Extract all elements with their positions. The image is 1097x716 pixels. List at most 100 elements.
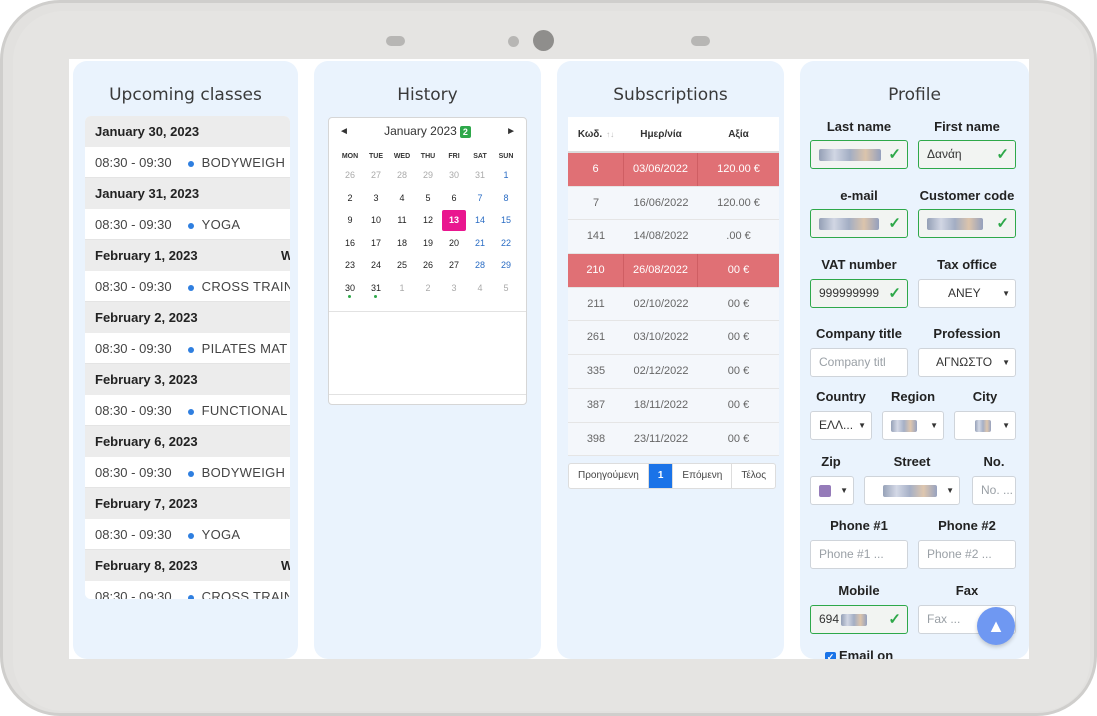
scroll-top-button[interactable]: ▲ (977, 607, 1015, 645)
class-row[interactable]: 08:30 - 09:30 YOGA (85, 519, 290, 550)
calendar-day[interactable]: 31 (363, 277, 389, 300)
header-id[interactable]: Κωδ. ↑↓ (568, 117, 624, 151)
classes-list[interactable]: January 30, 2023 08:30 - 09:30 BODYWEIGH Ja… (85, 116, 290, 599)
header-date[interactable]: Ημερ/νία (624, 117, 698, 151)
class-row[interactable]: 08:30 - 09:30 CROSS TRAIN (85, 581, 290, 599)
calendar-day[interactable]: 30 (441, 164, 467, 187)
vat-field[interactable]: 999999999 ✓ (810, 279, 908, 308)
email-on-option[interactable]: ✓ Email on (825, 648, 893, 659)
tax-office-select[interactable]: ΑΝΕΥ ▼ (918, 279, 1016, 308)
country-select[interactable]: ΕΛΛ... ▼ (810, 411, 872, 440)
calendar-day[interactable]: 4 (467, 277, 493, 300)
calendar-day[interactable]: 22 (493, 232, 519, 255)
calendar-day[interactable]: 31 (467, 164, 493, 187)
subscription-row[interactable]: 335 02/12/2022 00 € (568, 355, 779, 389)
calendar-day[interactable]: 5 (493, 277, 519, 300)
calendar-day[interactable]: 21 (467, 232, 493, 255)
pager-last-button[interactable]: Τέλος (732, 464, 775, 488)
calendar-day[interactable]: 1 (493, 164, 519, 187)
calendar-day[interactable]: 27 (363, 164, 389, 187)
calendar-day[interactable]: 13 (441, 209, 467, 232)
calendar-day[interactable]: 20 (441, 232, 467, 255)
calendar-day[interactable]: 2 (337, 187, 363, 210)
subscriptions-title: Subscriptions (613, 85, 728, 105)
calendar-day[interactable]: 1 (389, 277, 415, 300)
calendar-day[interactable]: 24 (363, 254, 389, 277)
calendar-day[interactable]: 11 (389, 209, 415, 232)
mobile-field[interactable]: 694 ✓ (810, 605, 908, 634)
calendar-day[interactable]: 29 (493, 254, 519, 277)
pager-prev-button[interactable]: Προηγούμενη (569, 464, 649, 488)
calendar-day[interactable]: 25 (389, 254, 415, 277)
calendar-prev-button[interactable]: ◄ (339, 126, 349, 137)
subscription-row[interactable]: 7 16/06/2022 120.00 € (568, 186, 779, 221)
region-select[interactable]: ▼ (882, 411, 944, 440)
pager-page-1[interactable]: 1 (648, 464, 674, 488)
no-field[interactable]: No. ... (972, 476, 1016, 505)
calendar-day[interactable]: 17 (363, 232, 389, 255)
calendar-day[interactable]: 8 (493, 187, 519, 210)
first-name-field[interactable]: Δανάη ✓ (918, 140, 1016, 169)
calendar-day[interactable]: 6 (441, 187, 467, 210)
zip-select[interactable]: ▼ (810, 476, 854, 505)
subscription-row[interactable]: 261 03/10/2022 00 € (568, 321, 779, 356)
subscription-date: 23/11/2022 (633, 432, 689, 445)
calendar-day[interactable]: 23 (337, 254, 363, 277)
calendar-day[interactable]: 7 (467, 187, 493, 210)
calendar-day[interactable]: 26 (337, 164, 363, 187)
street-select[interactable]: ▼ (864, 476, 960, 505)
no-label: No. (983, 454, 1005, 469)
calendar-day[interactable]: 10 (363, 209, 389, 232)
calendar-day[interactable]: 9 (337, 209, 363, 232)
calendar-day[interactable]: 16 (337, 232, 363, 255)
calendar-day[interactable]: 27 (441, 254, 467, 277)
subscription-row[interactable]: 211 02/10/2022 00 € (568, 287, 779, 322)
class-row[interactable]: 08:30 - 09:30 YOGA (85, 209, 290, 240)
profession-select[interactable]: ΑΓΝΩΣΤΟ ▼ (918, 348, 1016, 377)
calendar-day[interactable]: 5 (415, 187, 441, 210)
calendar-day[interactable]: 14 (467, 209, 493, 232)
calendar-day[interactable]: 26 (415, 254, 441, 277)
header-value[interactable]: Αξία (698, 117, 779, 151)
email-field[interactable]: ✓ (810, 209, 908, 238)
customer-code-field[interactable]: ✓ (918, 209, 1016, 238)
class-row[interactable]: 08:30 - 09:30 BODYWEIGH (85, 147, 290, 178)
phone2-field[interactable]: Phone #2 ... (918, 540, 1016, 569)
subscription-row[interactable]: 141 14/08/2022 .00 € (568, 220, 779, 255)
mobile-label: Mobile (838, 583, 880, 598)
calendar-day[interactable]: 4 (389, 187, 415, 210)
calendar-next-button[interactable]: ► (506, 126, 516, 137)
subscription-row[interactable]: 398 23/11/2022 00 € (568, 422, 779, 457)
calendar-day[interactable]: 28 (467, 254, 493, 277)
calendar-day[interactable]: 12 (415, 209, 441, 232)
phone2-placeholder: Phone #2 ... (927, 547, 992, 561)
class-row[interactable]: 08:30 - 09:30 PILATES MAT (85, 333, 290, 364)
class-time: 08:30 - 09:30 (95, 155, 172, 170)
calendar-month: January 2023 2 (384, 124, 471, 138)
class-row[interactable]: 08:30 - 09:30 CROSS TRAIN (85, 271, 290, 302)
calendar-day[interactable]: 3 (441, 277, 467, 300)
calendar-day[interactable]: 3 (363, 187, 389, 210)
last-name-field[interactable]: ✓ (810, 140, 908, 169)
class-row[interactable]: 08:30 - 09:30 FUNCTIONAL (85, 395, 290, 426)
customer-code-redacted (927, 217, 983, 230)
calendar-day[interactable]: 15 (493, 209, 519, 232)
pager-next-button[interactable]: Επόμενη (673, 464, 733, 488)
calendar-day[interactable]: 18 (389, 232, 415, 255)
city-select[interactable]: ▼ (954, 411, 1016, 440)
subscription-row[interactable]: 210 26/08/2022 00 € (568, 254, 779, 288)
calendar-day[interactable]: 19 (415, 232, 441, 255)
calendar-day[interactable]: 2 (415, 277, 441, 300)
email-on-checkbox[interactable]: ✓ (825, 652, 836, 659)
calendar-day[interactable]: 29 (415, 164, 441, 187)
subscriptions-panel: Subscriptions Κωδ. ↑↓ Ημερ/νία Αξία 6 03/0… (557, 61, 784, 659)
company-title-field[interactable]: Company titl (810, 348, 908, 377)
subscription-row[interactable]: 387 18/11/2022 00 € (568, 388, 779, 423)
phone1-field[interactable]: Phone #1 ... (810, 540, 908, 569)
class-row[interactable]: 08:30 - 09:30 BODYWEIGH (85, 457, 290, 488)
status-dot-icon (187, 284, 194, 291)
calendar-day[interactable]: 28 (389, 164, 415, 187)
subscription-row[interactable]: 6 03/06/2022 120.00 € (568, 153, 779, 187)
calendar-day[interactable]: 30 (337, 277, 363, 300)
calendar-day-number: 1 (503, 170, 509, 180)
